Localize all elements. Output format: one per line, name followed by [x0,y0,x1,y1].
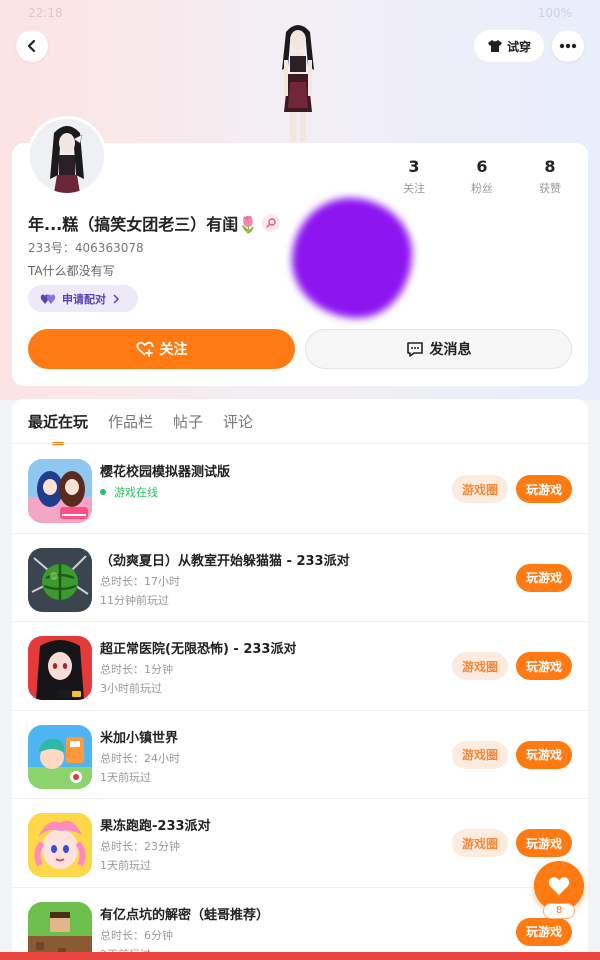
content-card: 最近在玩 作品栏 帖子 评论 樱花校园模拟器测试版 游戏在线 游戏圈 玩游戏 （… [12,399,588,960]
miga-town-icon[interactable] [28,724,92,789]
game-duration: 总时长：6分钟 [100,928,173,942]
request-pair-button[interactable]: 申请配对 [28,285,138,312]
list-item[interactable]: 樱花校园模拟器测试版 游戏在线 游戏圈 玩游戏 [12,445,588,534]
tab-works[interactable]: 作品栏 [108,411,153,441]
more-dots-icon [559,43,577,49]
play-game-button[interactable]: 玩游戏 [516,652,572,680]
play-game-button[interactable]: 玩游戏 [516,740,572,769]
avatar-character-figure[interactable] [268,22,328,144]
jelly-run-icon[interactable] [28,813,92,877]
send-message-button[interactable]: 发消息 [305,329,572,369]
follow-label: 关注 [159,342,188,358]
double-heart-icon [40,294,56,304]
chevron-right-icon [113,293,120,304]
play-game-button[interactable]: 玩游戏 [516,917,572,946]
game-circle-button[interactable]: 游戏圈 [452,740,508,769]
stat-following[interactable]: 3 关注 [384,157,444,196]
tab-recently-played[interactable]: 最近在玩 [28,411,88,445]
more-options-button[interactable] [552,30,584,62]
censor-blob [292,198,412,318]
tab-comments[interactable]: 评论 [223,411,253,441]
bio-text: TA什么都没有写 [28,264,115,278]
stat-likes[interactable]: 8 获赞 [520,157,580,196]
game-last-played: 1天前玩过 [100,859,151,872]
game-duration: 总时长：1分钟 [100,663,173,676]
send-message-label: 发消息 [429,342,472,358]
online-status-text: 游戏在线 [114,486,158,499]
hospital-girl-icon[interactable] [28,636,92,700]
try-on-label: 试穿 [506,39,531,54]
game-duration: 总时长：17小时 [100,574,180,588]
play-game-button[interactable]: 玩游戏 [516,829,572,857]
magnifier-icon [266,218,276,228]
back-chevron-icon [27,39,36,53]
like-count-badge: 8 [543,903,575,919]
nickname: 年...糕（搞笑女团老三）有闺🌷 [28,215,259,234]
status-time: 22:18 [28,6,63,20]
badge-icon[interactable] [262,214,281,232]
online-dot-icon [100,489,106,495]
game-title: 果冻跑跑-233派对 [100,819,211,834]
status-battery: 100% [537,6,572,20]
game-title: 超正常医院(无限恐怖) - 233派对 [100,642,297,657]
play-game-button[interactable]: 玩游戏 [516,563,572,592]
game-duration: 总时长：24小时 [100,751,180,765]
stat-following-value: 3 [408,157,420,176]
tabs-divider [12,443,588,444]
stat-fans-value: 6 [476,157,488,176]
game-title: （劲爽夏日）从教室开始躲猫猫 - 233派对 [100,553,350,569]
game-circle-button[interactable]: 游戏圈 [452,829,508,857]
game-title: 米加小镇世界 [100,730,179,746]
request-pair-label: 申请配对 [62,292,106,306]
bottom-accent-bar [0,952,600,960]
avatar[interactable] [27,116,107,196]
list-item[interactable]: 超正常医院(无限恐怖) - 233派对 总时长：1分钟 3小时前玩过 游戏圈 玩… [12,622,588,711]
play-game-button[interactable]: 玩游戏 [516,475,572,503]
heart-icon [548,877,570,895]
nickname-row: 年...糕（搞笑女团老三）有闺🌷 [28,211,281,235]
list-item[interactable]: （劲爽夏日）从教室开始躲猫猫 - 233派对 总时长：17小时 11分钟前玩过 … [12,534,588,622]
game-list: 樱花校园模拟器测试版 游戏在线 游戏圈 玩游戏 （劲爽夏日）从教室开始躲猫猫 -… [12,445,588,960]
profile-card: 3 关注 6 粉丝 8 获赞 年...糕（搞笑女团老三）有闺🌷 233号：406… [12,116,588,386]
stat-following-label: 关注 [403,182,425,195]
tab-posts[interactable]: 帖子 [173,411,203,441]
shirt-icon [487,40,502,52]
game-duration: 总时长：23分钟 [100,840,180,853]
stat-fans[interactable]: 6 粉丝 [452,157,512,196]
game-title: 有亿点坑的解密（蛙哥推荐） [100,907,270,923]
game-last-played: 3小时前玩过 [100,682,162,695]
game-circle-button[interactable]: 游戏圈 [452,475,508,503]
game-circle-button[interactable]: 游戏圈 [452,652,508,680]
back-button[interactable] [16,30,48,62]
try-on-button[interactable]: 试穿 [474,30,544,62]
tab-bar: 最近在玩 作品栏 帖子 评论 [28,411,253,445]
follow-button[interactable]: 关注 [28,329,295,369]
avatar-image [30,119,104,193]
account-id: 233号：406363078 [28,241,144,255]
watermelon-icon[interactable] [28,547,92,612]
heart-plus-icon [135,341,153,357]
stat-likes-label: 获赞 [539,182,561,195]
list-item[interactable]: 米加小镇世界 总时长：24小时 1天前玩过 游戏圈 玩游戏 [12,711,588,799]
online-status: 游戏在线 [100,484,158,500]
list-item[interactable]: 果冻跑跑-233派对 总时长：23分钟 1天前玩过 游戏圈 玩游戏 [12,799,588,888]
game-last-played: 11分钟前玩过 [100,593,169,607]
game-title: 樱花校园模拟器测试版 [100,465,231,480]
chat-bubble-icon [406,342,423,357]
stat-likes-value: 8 [544,157,556,176]
stat-fans-label: 粉丝 [471,182,493,195]
list-item[interactable]: 有亿点坑的解密（蛙哥推荐） 总时长：6分钟 2天前玩过 玩游戏 [12,888,588,960]
sakura-school-icon[interactable] [28,459,92,523]
game-last-played: 1天前玩过 [100,770,151,784]
